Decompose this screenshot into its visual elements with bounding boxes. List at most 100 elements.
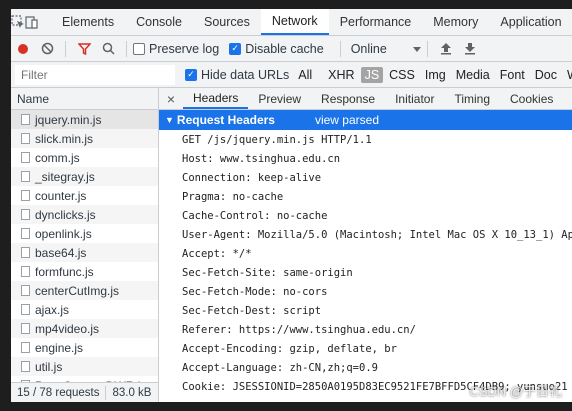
preserve-log-box[interactable] <box>133 42 145 55</box>
filter-type-js[interactable]: JS <box>360 66 384 83</box>
filter-input[interactable] <box>15 64 175 85</box>
hide-data-urls-checkbox[interactable]: ✓ Hide data URLs <box>185 68 289 82</box>
clear-icon[interactable] <box>35 37 59 61</box>
request-row[interactable]: dynclicks.js <box>11 205 158 224</box>
request-name: ajax.js <box>35 302 70 317</box>
request-header-line: Referer: https://www.tsinghua.edu.cn/ <box>182 323 416 336</box>
disable-cache-label: Disable cache <box>245 41 324 56</box>
detail-tabbar: × Headers Preview Response Initiator Tim… <box>159 88 572 110</box>
hide-data-urls-label: Hide data URLs <box>201 67 290 82</box>
tab-initiator[interactable]: Initiator <box>385 88 444 109</box>
tab-elements[interactable]: Elements <box>51 9 125 35</box>
tab-sources[interactable]: Sources <box>193 9 261 35</box>
request-list: Name jquery.min.js slick.min.js comm.js _si… <box>11 88 159 402</box>
request-row[interactable]: openlink.js <box>11 224 158 243</box>
file-icon <box>21 209 30 220</box>
filter-icon[interactable] <box>72 37 96 61</box>
tab-response[interactable]: Response <box>311 88 385 109</box>
request-header-line: GET /js/jquery.min.js HTTP/1.1 <box>182 133 372 146</box>
collapse-triangle-icon[interactable]: ▼ <box>165 115 174 125</box>
disable-cache-checkbox[interactable]: ✓ Disable cache <box>229 42 324 56</box>
disable-cache-box[interactable]: ✓ <box>229 42 242 55</box>
import-har-icon[interactable] <box>434 37 458 61</box>
hide-data-urls-box[interactable]: ✓ <box>185 68 197 81</box>
filter-type-doc[interactable]: Doc <box>531 67 561 83</box>
request-name: util.js <box>35 359 63 374</box>
filter-type-font[interactable]: Font <box>496 67 529 83</box>
view-parsed-link[interactable]: view parsed <box>315 113 379 127</box>
throttling-value: Online <box>350 41 387 56</box>
file-icon <box>21 266 30 277</box>
tab-console[interactable]: Console <box>125 9 193 35</box>
filter-type-css[interactable]: CSS <box>385 67 419 83</box>
network-toolbar: Preserve log ✓ Disable cache Online <box>11 36 572 62</box>
inspect-element-icon[interactable] <box>11 9 25 35</box>
tab-performance[interactable]: Performance <box>329 9 423 35</box>
tab-cookies[interactable]: Cookies <box>500 88 563 109</box>
request-header-line: Cache-Control: no-cache <box>182 209 328 222</box>
header-lines: GET /js/jquery.min.js HTTP/1.1 Host: www.… <box>159 130 572 396</box>
file-icon <box>21 247 30 258</box>
file-icon <box>21 133 30 144</box>
toolbar-separator <box>339 40 341 57</box>
file-icon <box>21 190 30 201</box>
file-icon <box>21 361 30 372</box>
request-name: engine.js <box>35 340 84 355</box>
device-toolbar-icon[interactable] <box>25 9 39 35</box>
request-row[interactable]: _sitegray.js <box>11 167 158 186</box>
request-row[interactable]: centerCutImg.js <box>11 281 158 300</box>
request-row[interactable]: jquery.min.js <box>11 110 158 129</box>
request-row[interactable]: mp4video.js <box>11 319 158 338</box>
request-row[interactable]: engine.js <box>11 338 158 357</box>
devtools-window: Elements Console Sources Network Perform… <box>11 9 572 402</box>
request-row[interactable]: ajax.js <box>11 300 158 319</box>
filter-type-xhr[interactable]: XHR <box>324 67 358 83</box>
devtools-tabbar: Elements Console Sources Network Perform… <box>11 9 572 36</box>
file-icon <box>21 342 30 353</box>
tab-timing[interactable]: Timing <box>444 88 500 109</box>
section-title: Request Headers <box>176 113 275 127</box>
request-name: _sitegray.js <box>35 169 95 184</box>
request-name: jquery.min.js <box>35 112 102 127</box>
request-rows: jquery.min.js slick.min.js comm.js _sitegra… <box>11 110 158 395</box>
request-row[interactable]: formfunc.js <box>11 262 158 281</box>
close-icon[interactable]: × <box>159 88 183 109</box>
request-header-line: Connection: keep-alive <box>182 171 322 184</box>
filter-type-all[interactable]: All <box>294 67 316 83</box>
request-header-line: Accept-Encoding: gzip, deflate, br <box>182 342 397 355</box>
request-row[interactable]: slick.min.js <box>11 129 158 148</box>
tab-preview[interactable]: Preview <box>248 88 311 109</box>
request-name: centerCutImg.js <box>35 283 120 298</box>
file-icon <box>21 171 30 182</box>
request-row[interactable]: comm.js <box>11 148 158 167</box>
request-count: 15 / 78 requests <box>17 386 100 399</box>
request-row[interactable]: base64.js <box>11 243 158 262</box>
request-header-line: Pragma: no-cache <box>182 190 284 203</box>
tab-application[interactable]: Application <box>489 9 572 35</box>
filter-type-ws[interactable]: WS <box>563 67 572 83</box>
export-har-icon[interactable] <box>458 37 482 61</box>
tab-memory[interactable]: Memory <box>422 9 489 35</box>
file-icon <box>21 228 30 239</box>
filter-type-img[interactable]: Img <box>421 67 450 83</box>
record-button[interactable] <box>11 37 35 61</box>
preserve-log-label: Preserve log <box>149 41 220 56</box>
filter-type-media[interactable]: Media <box>452 67 494 83</box>
tab-headers[interactable]: Headers <box>183 88 249 109</box>
file-icon <box>21 114 30 125</box>
filter-bar: ✓ Hide data URLs All XHR JS CSS Img Medi… <box>11 62 572 88</box>
name-column-header[interactable]: Name <box>11 88 158 110</box>
preserve-log-checkbox[interactable]: Preserve log <box>133 42 219 56</box>
watermark: CSDN @于日礼 <box>469 384 562 399</box>
request-headers-section[interactable]: ▼ Request Headers view parsed <box>159 110 572 130</box>
request-row[interactable]: util.js <box>11 357 158 376</box>
request-name: slick.min.js <box>35 131 94 146</box>
search-icon[interactable] <box>96 37 120 61</box>
throttling-select[interactable]: Online <box>347 42 421 56</box>
file-icon <box>21 304 30 315</box>
request-header-line: User-Agent: Mozilla/5.0 (Macintosh; Inte… <box>182 228 572 241</box>
request-row[interactable]: counter.js <box>11 186 158 205</box>
chevron-down-icon <box>412 42 421 56</box>
request-header-line: Accept: */* <box>182 247 252 260</box>
tab-network[interactable]: Network <box>260 9 329 35</box>
